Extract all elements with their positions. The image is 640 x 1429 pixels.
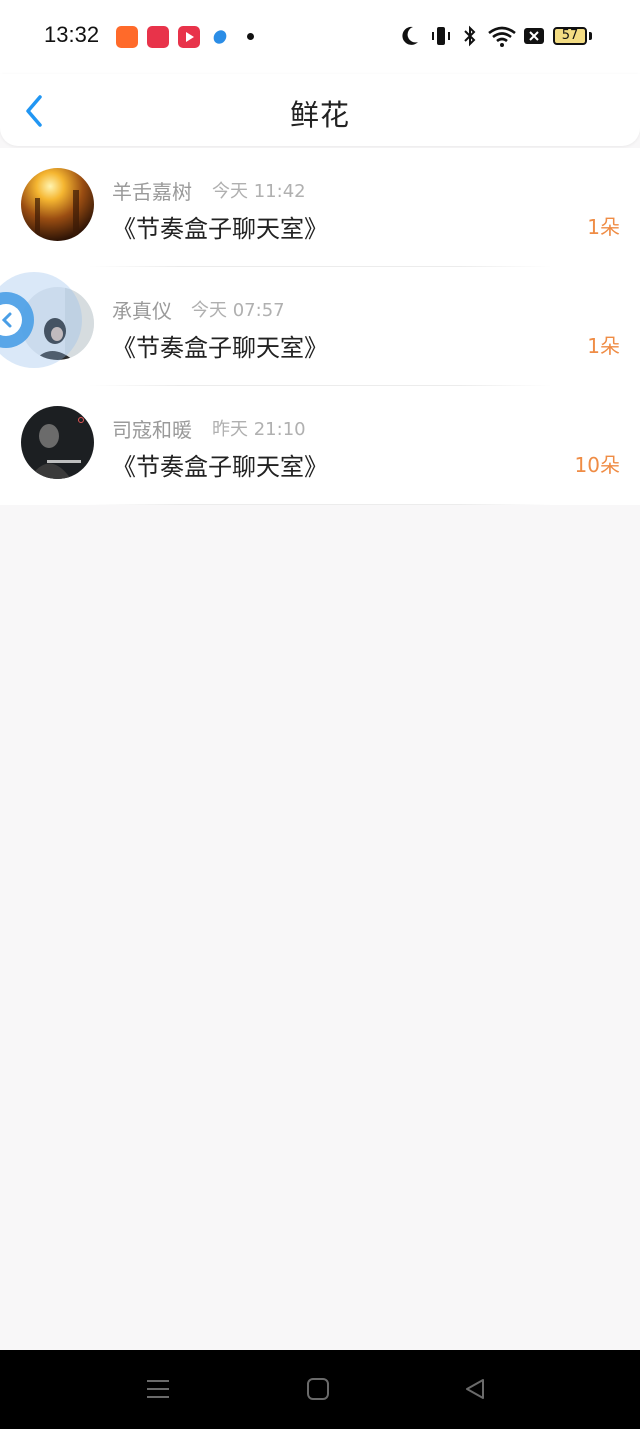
bluetooth-icon <box>464 25 476 47</box>
sender-name: 司寇和暖 <box>112 418 192 442</box>
battery-tip <box>589 32 592 40</box>
list-item[interactable]: 承真仪 今天 07:57 《节奏盒子聊天室》 1朵 <box>0 267 640 386</box>
avatar[interactable] <box>21 406 94 479</box>
room-name: 《节奏盒子聊天室》 <box>112 453 328 481</box>
video-app-icon <box>178 26 200 48</box>
heart-app-icon <box>147 26 169 48</box>
status-time: 13:32 <box>44 22 100 47</box>
divider <box>88 504 552 505</box>
page-title: 鲜花 <box>289 98 350 132</box>
flower-count: 1朵 <box>587 334 620 358</box>
timestamp: 今天 11:42 <box>212 181 306 202</box>
sender-name: 羊舌嘉树 <box>112 180 192 204</box>
taobao-app-icon <box>116 26 138 48</box>
timestamp: 昨天 21:10 <box>212 419 306 440</box>
blue-app-icon <box>209 26 231 48</box>
flower-count: 1朵 <box>587 215 620 239</box>
home-icon[interactable] <box>306 1377 330 1401</box>
flower-count: 10朵 <box>574 453 620 477</box>
back-icon[interactable] <box>463 1377 487 1401</box>
collapse-icon <box>0 292 34 348</box>
sim-off-icon <box>524 28 544 44</box>
wifi-icon <box>488 26 516 47</box>
moon-icon <box>402 26 418 45</box>
vibrate-icon <box>432 27 450 45</box>
avatar[interactable] <box>21 168 94 241</box>
system-nav-bar <box>0 1350 640 1429</box>
status-bar: 13:32 57 <box>0 0 640 74</box>
list-item[interactable]: 司寇和暖 昨天 21:10 《节奏盒子聊天室》 10朵 <box>0 386 640 505</box>
notification-dot <box>247 33 254 40</box>
nav-bar: 鲜花 <box>0 74 640 146</box>
timestamp: 今天 07:57 <box>191 300 285 321</box>
sender-name: 承真仪 <box>112 299 172 323</box>
flower-list: 羊舌嘉树 今天 11:42 《节奏盒子聊天室》 1朵 承真仪 今天 07:57 … <box>0 148 640 505</box>
room-name: 《节奏盒子聊天室》 <box>112 334 328 362</box>
battery-indicator: 57 <box>553 27 587 45</box>
room-name: 《节奏盒子聊天室》 <box>112 215 328 243</box>
menu-icon[interactable] <box>146 1377 170 1401</box>
list-item[interactable]: 羊舌嘉树 今天 11:42 《节奏盒子聊天室》 1朵 <box>0 148 640 267</box>
